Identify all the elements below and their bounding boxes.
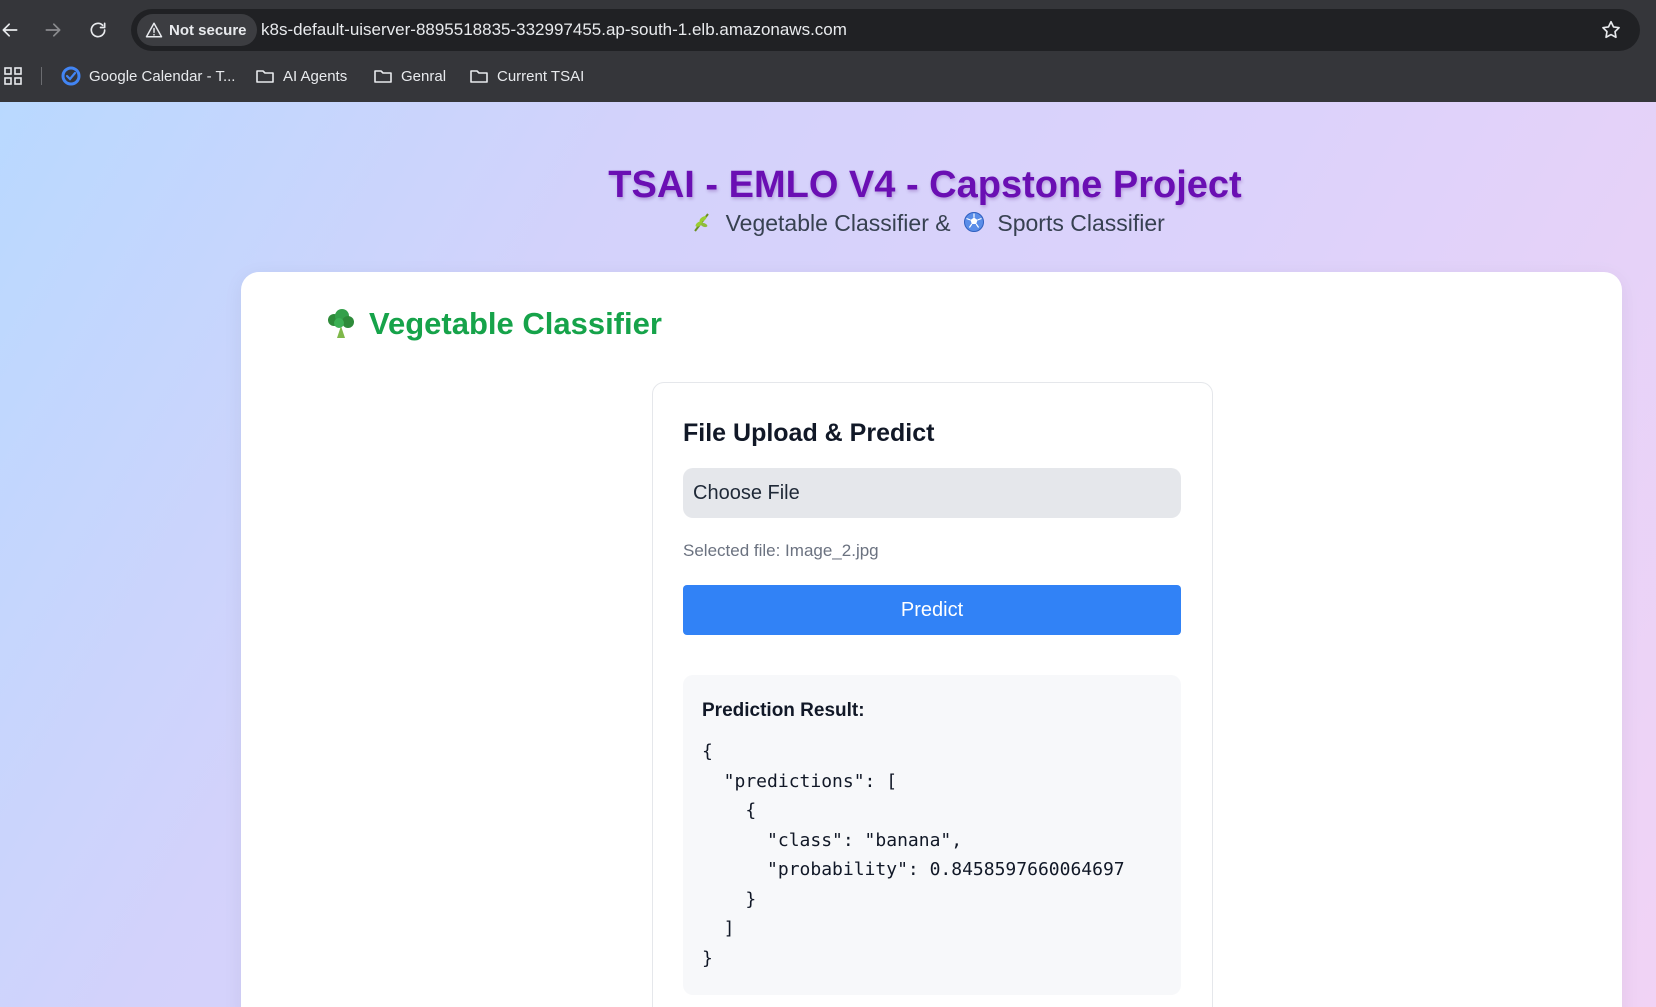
page-title: TSAI - EMLO V4 - Capstone Project xyxy=(608,164,1242,206)
security-chip[interactable]: Not secure xyxy=(137,14,257,46)
selected-file-text: Selected file: Image_2.jpg xyxy=(683,541,879,560)
choose-file-button[interactable]: Choose File xyxy=(683,468,1181,518)
vegetable-classifier-card: Vegetable Classifier File Upload & Predi… xyxy=(241,272,1622,1007)
section-title: Vegetable Classifier xyxy=(325,306,662,342)
page-viewport: TSAI - EMLO V4 - Capstone Project Vegeta… xyxy=(0,102,1656,1007)
forward-icon[interactable] xyxy=(41,18,65,42)
bookmark-genral[interactable]: Genral xyxy=(373,65,446,87)
bookmark-ai-agents[interactable]: AI Agents xyxy=(255,65,347,87)
browser-chrome: Not secure k8s-default-uiserver-88955188… xyxy=(0,0,1656,102)
result-heading: Prediction Result: xyxy=(702,700,865,721)
predict-button[interactable]: Predict xyxy=(683,585,1181,635)
result-json: { "predictions": [ { "class": "banana", … xyxy=(702,741,1125,969)
prediction-result-box: Prediction Result: { "predictions": [ { … xyxy=(683,675,1181,995)
bookmark-label: Google Calendar - T... xyxy=(89,67,236,85)
bookmark-star-icon[interactable] xyxy=(1600,19,1622,41)
bookmark-google-calendar[interactable]: Google Calendar - T... xyxy=(61,65,235,87)
reload-icon[interactable] xyxy=(86,18,110,42)
subtitle-vegetable-text: Vegetable Classifier & xyxy=(725,210,951,236)
section-title-text: Vegetable Classifier xyxy=(369,306,662,341)
folder-icon xyxy=(256,70,274,83)
security-label: Not secure xyxy=(169,21,247,39)
subtitle-sports-text: Sports Classifier xyxy=(997,210,1165,236)
bookmark-current-tsai[interactable]: Current TSAI xyxy=(469,65,584,87)
url-text[interactable]: k8s-default-uiserver-8895518835-33299745… xyxy=(261,20,847,40)
folder-icon xyxy=(374,70,392,83)
apps-grid-icon[interactable] xyxy=(4,67,22,85)
folder-icon xyxy=(470,70,488,83)
upload-heading: File Upload & Predict xyxy=(683,419,935,447)
bookmark-label: AI Agents xyxy=(283,67,348,85)
address-bar[interactable]: Not secure k8s-default-uiserver-88955188… xyxy=(131,9,1640,51)
bookmarks-bar: Google Calendar - T... AI Agents Genral … xyxy=(0,58,1656,94)
broccoli-icon xyxy=(328,309,354,338)
page-subtitle: Vegetable Classifier & Sports Classifier xyxy=(0,210,1656,237)
bookmark-label: Genral xyxy=(401,67,447,85)
bookmarks-divider xyxy=(41,67,42,85)
soccer-ball-icon xyxy=(963,212,984,232)
google-calendar-icon xyxy=(61,66,81,86)
file-upload-card: File Upload & Predict Choose File Select… xyxy=(652,382,1213,1007)
herb-icon xyxy=(694,213,709,232)
bookmark-label: Current TSAI xyxy=(497,67,585,85)
back-icon[interactable] xyxy=(0,18,22,42)
warning-icon xyxy=(145,22,163,38)
